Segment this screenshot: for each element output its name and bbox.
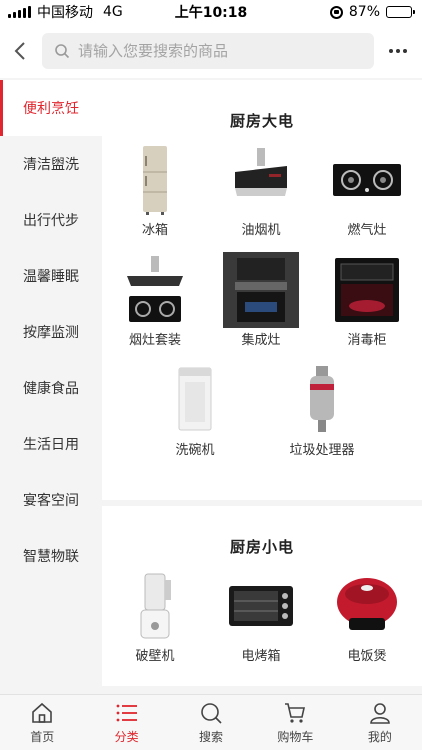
sidebar-item-label: 便利烹饪 bbox=[23, 101, 79, 117]
sidebar-item-massage[interactable]: 按摩监测 bbox=[0, 304, 102, 360]
product-label: 消毒柜 bbox=[347, 333, 387, 348]
battery-percent: 87% bbox=[348, 4, 380, 20]
tab-label: 搜索 bbox=[199, 729, 224, 744]
product-fridge[interactable]: 冰箱 bbox=[102, 140, 208, 250]
product-label: 烟灶套装 bbox=[128, 333, 181, 348]
search-icon bbox=[55, 44, 70, 59]
section-title: 厨房大电 bbox=[229, 112, 294, 130]
status-bar: 中国移动 4G 上午10:18 87% bbox=[0, 0, 422, 24]
sidebar-item-label: 生活日用 bbox=[23, 437, 79, 453]
tab-label: 购物车 bbox=[277, 729, 314, 744]
more-icon bbox=[389, 49, 393, 53]
dishwasher-image bbox=[155, 360, 235, 440]
product-gas-stove[interactable]: 燃气灶 bbox=[314, 140, 420, 250]
user-icon bbox=[370, 702, 390, 724]
product-label: 油烟机 bbox=[241, 223, 281, 238]
home-icon bbox=[32, 702, 53, 723]
tab-cart[interactable]: 购物车 bbox=[253, 695, 337, 750]
sidebar-item-label: 宴客空间 bbox=[23, 493, 79, 509]
gas-stove-image bbox=[327, 140, 407, 220]
tab-label: 我的 bbox=[367, 729, 392, 744]
sidebar-item-label: 健康食品 bbox=[23, 381, 79, 397]
range-hood-image bbox=[221, 140, 301, 220]
sidebar-item-health-food[interactable]: 健康食品 bbox=[0, 360, 102, 416]
chevron-left-icon bbox=[14, 42, 25, 60]
section-kitchen-large: 厨房大电 冰箱 油烟机 燃气灶 烟灶套装 集成灶 消毒柜 洗碗机 垃圾处理器 bbox=[102, 80, 422, 500]
sidebar-item-iot[interactable]: 智慧物联 bbox=[0, 528, 102, 584]
section-title: 厨房小电 bbox=[229, 538, 294, 556]
sidebar-item-label: 智慧物联 bbox=[23, 549, 79, 565]
garbage-disposal-image bbox=[282, 360, 362, 440]
product-dishwasher[interactable]: 洗碗机 bbox=[142, 360, 248, 470]
product-electric-oven[interactable]: 电烤箱 bbox=[208, 566, 314, 676]
cart-icon bbox=[285, 702, 306, 723]
battery-icon bbox=[386, 6, 415, 18]
product-range-hood[interactable]: 油烟机 bbox=[208, 140, 314, 250]
sidebar-item-dining[interactable]: 宴客空间 bbox=[0, 472, 102, 528]
sidebar-item-daily[interactable]: 生活日用 bbox=[0, 416, 102, 472]
tab-label: 分类 bbox=[114, 729, 139, 744]
product-label: 洗碗机 bbox=[175, 443, 215, 458]
category-icon bbox=[116, 704, 137, 721]
search-input[interactable] bbox=[78, 42, 358, 60]
rotation-lock-icon bbox=[329, 5, 343, 19]
section-kitchen-small: 厨房小电 破壁机 电烤箱 电饭煲 bbox=[102, 506, 422, 686]
sidebar-item-cleaning[interactable]: 清洁盥洗 bbox=[0, 136, 102, 192]
integrated-stove-image bbox=[221, 250, 301, 330]
network-type: 4G bbox=[103, 4, 123, 20]
product-label: 燃气灶 bbox=[347, 223, 387, 238]
search-box[interactable] bbox=[42, 33, 374, 69]
sidebar-item-sleep[interactable]: 温馨睡眠 bbox=[0, 248, 102, 304]
product-label: 冰箱 bbox=[141, 223, 168, 238]
product-label: 电烤箱 bbox=[241, 649, 281, 664]
tab-search[interactable]: 搜索 bbox=[169, 695, 253, 750]
tab-profile[interactable]: 我的 bbox=[338, 695, 422, 750]
signal-icon bbox=[8, 6, 31, 18]
product-blender[interactable]: 破壁机 bbox=[102, 566, 208, 676]
bottom-tab-bar: 首页 分类 搜索 购物车 我的 bbox=[0, 694, 422, 750]
category-sidebar: 便利烹饪 清洁盥洗 出行代步 温馨睡眠 按摩监测 健康食品 生活日用 宴客空间 … bbox=[0, 80, 102, 694]
sidebar-item-label: 温馨睡眠 bbox=[23, 269, 79, 285]
rice-cooker-image bbox=[327, 566, 407, 646]
product-label: 破壁机 bbox=[135, 649, 175, 664]
search-header bbox=[0, 24, 422, 78]
category-content: 厨房大电 冰箱 油烟机 燃气灶 烟灶套装 集成灶 消毒柜 洗碗机 垃圾处理器 厨… bbox=[102, 80, 422, 694]
sidebar-item-cooking[interactable]: 便利烹饪 bbox=[0, 80, 102, 136]
back-button[interactable] bbox=[0, 24, 40, 78]
tab-label: 首页 bbox=[30, 729, 55, 744]
blender-image bbox=[115, 566, 195, 646]
electric-oven-image bbox=[221, 566, 301, 646]
tab-category[interactable]: 分类 bbox=[84, 695, 168, 750]
product-label: 集成灶 bbox=[241, 333, 281, 348]
tab-home[interactable]: 首页 bbox=[0, 695, 84, 750]
product-label: 垃圾处理器 bbox=[289, 443, 355, 458]
product-label: 电饭煲 bbox=[347, 649, 387, 664]
fridge-image bbox=[115, 140, 195, 220]
disinfection-cabinet-image bbox=[327, 250, 407, 330]
product-hood-stove-set[interactable]: 烟灶套装 bbox=[102, 250, 208, 360]
product-disinfection-cabinet[interactable]: 消毒柜 bbox=[314, 250, 420, 360]
product-rice-cooker[interactable]: 电饭煲 bbox=[314, 566, 420, 676]
more-button[interactable] bbox=[374, 24, 422, 78]
search-icon bbox=[201, 702, 222, 724]
hood-stove-set-image bbox=[115, 250, 195, 330]
sidebar-item-label: 按摩监测 bbox=[23, 325, 79, 341]
product-integrated-stove[interactable]: 集成灶 bbox=[208, 250, 314, 360]
sidebar-item-label: 出行代步 bbox=[23, 213, 79, 229]
sidebar-item-travel[interactable]: 出行代步 bbox=[0, 192, 102, 248]
carrier-name: 中国移动 bbox=[37, 5, 93, 21]
product-garbage-disposal[interactable]: 垃圾处理器 bbox=[262, 360, 382, 470]
sidebar-item-label: 清洁盥洗 bbox=[23, 157, 79, 173]
